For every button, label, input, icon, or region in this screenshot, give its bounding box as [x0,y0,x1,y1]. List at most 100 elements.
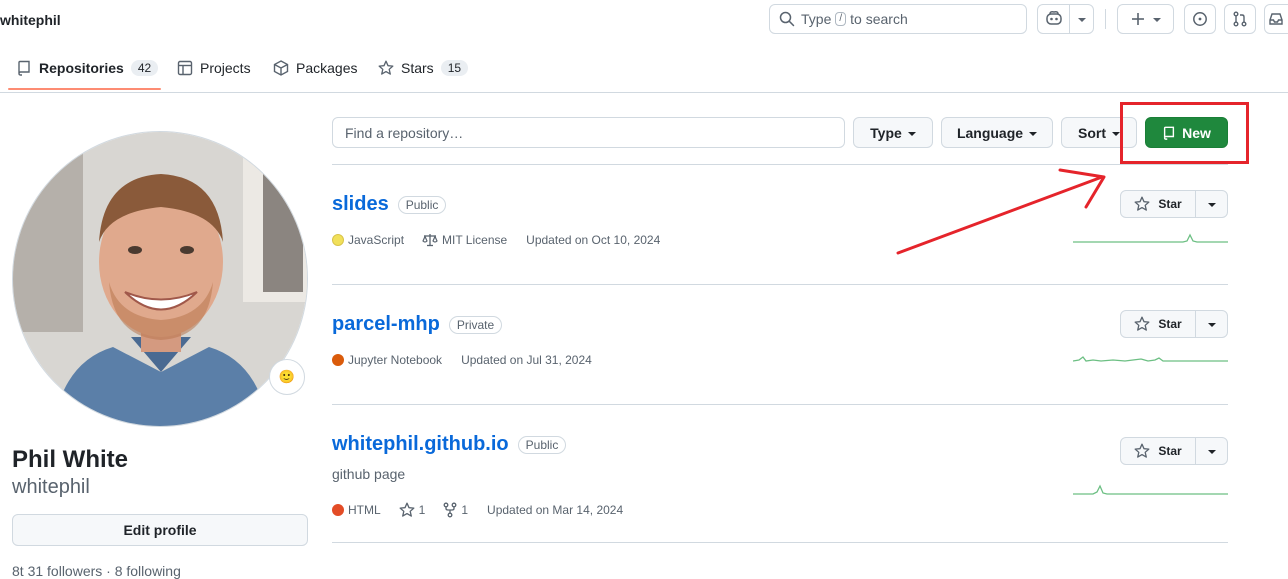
create-new-button[interactable] [1117,4,1174,34]
repo-updated: Updated on Jul 31, 2024 [461,353,592,367]
repo-language: JavaScript [348,233,405,247]
plus-icon [1131,12,1145,26]
pull-requests-button[interactable] [1224,4,1256,34]
type-filter-label: Type [870,124,902,141]
star-icon [399,502,415,518]
table-icon [177,60,193,76]
chevron-down-icon [1112,131,1120,136]
activity-sparkline [1073,484,1228,495]
copilot-button[interactable] [1037,4,1070,34]
visibility-badge: Public [397,195,447,214]
repo-description: github page [332,466,406,482]
chevron-down-icon [1152,18,1161,22]
star-button[interactable]: Star [1120,310,1196,338]
sort-filter-label: Sort [1078,124,1106,141]
star-list-dropdown[interactable] [1195,437,1228,465]
language-color-dot [332,234,344,246]
global-search[interactable]: Type / to search [769,4,1027,34]
search-prefix: Type [801,11,832,27]
profile-avatar[interactable] [12,131,308,427]
star-list-dropdown[interactable] [1195,310,1228,338]
repo-name-link[interactable]: slides [332,193,389,216]
language-filter-label: Language [956,124,1024,141]
star-button[interactable]: Star [1120,437,1196,465]
annotation-highlight-box [1120,102,1249,164]
edit-profile-button[interactable]: Edit profile [12,514,308,546]
header-divider [1105,9,1106,29]
visibility-badge: Public [517,435,567,454]
star-button[interactable]: Star [1120,190,1196,218]
star-button-label: Star [1158,444,1182,458]
package-icon [273,60,289,76]
tab-packages[interactable]: Packages [273,54,357,82]
chevron-down-icon [1207,323,1216,327]
inbox-icon [1268,11,1284,27]
repo-meta: Jupyter Notebook Updated on Jul 31, 2024 [332,353,592,367]
followers-line[interactable]: 8t 31 followers · 8 following [12,563,181,579]
tab-projects[interactable]: Projects [177,54,251,82]
issues-button[interactable] [1184,4,1216,34]
tab-label: Stars [401,60,434,76]
repo-updated: Updated on Mar 14, 2024 [487,503,624,517]
star-icon [1134,316,1150,332]
repo-stars-count[interactable]: 1 [419,503,426,517]
star-button-label: Star [1158,317,1182,331]
list-divider [332,164,1228,165]
language-color-dot [332,354,344,366]
chevron-down-icon [1029,131,1038,136]
repo-forks-count[interactable]: 1 [461,503,468,517]
list-item: whitephil.github.io Public [332,433,567,456]
list-divider [332,404,1228,405]
star-list-dropdown[interactable] [1195,190,1228,218]
repo-language: HTML [348,503,381,517]
git-pull-request-icon [1232,11,1248,27]
star-icon [378,60,394,76]
activity-sparkline [1073,356,1228,362]
header-username[interactable]: whitephil [0,12,61,28]
status-emoji-button[interactable]: 🙂 [269,359,305,395]
tab-label: Repositories [39,60,124,76]
tab-count: 42 [130,60,159,76]
chevron-down-icon [1077,18,1086,22]
tab-count: 15 [440,60,469,76]
list-divider [332,542,1228,543]
repo-language: Jupyter Notebook [348,353,443,367]
tab-label: Projects [200,60,251,76]
list-divider [332,284,1228,285]
list-item: slides Public [332,193,447,216]
repo-name-link[interactable]: parcel-mhp [332,313,440,336]
repo-name-link[interactable]: whitephil.github.io [332,433,509,456]
profile-login: whitephil [12,476,90,498]
search-shortcut-key: / [835,12,847,26]
visibility-badge: Private [448,315,503,334]
repo-updated: Updated on Oct 10, 2024 [526,233,661,247]
repo-meta: HTML 1 1 Updated on Mar 14, 2024 [332,502,623,518]
search-icon [779,11,795,27]
issue-opened-icon [1192,11,1208,27]
type-filter-button[interactable]: Type [853,117,933,148]
tab-label: Packages [296,60,358,76]
repo-meta: JavaScript MIT License Updated on Oct 10… [332,233,660,247]
profile-full-name: Phil White [12,446,128,473]
tab-repositories[interactable]: Repositories 42 [16,54,159,82]
active-tab-indicator [8,88,161,90]
find-repository-input[interactable] [332,117,845,148]
inbox-button[interactable] [1264,4,1288,34]
repo-license[interactable]: MIT License [442,233,507,247]
tab-stars[interactable]: Stars 15 [378,54,469,82]
law-icon [422,233,438,247]
star-icon [1134,443,1150,459]
repo-forked-icon [443,502,457,518]
copilot-icon [1045,10,1063,29]
activity-sparkline [1073,233,1228,243]
smiley-icon: 🙂 [278,369,296,384]
language-filter-button[interactable]: Language [941,117,1053,148]
search-suffix: to search [850,11,908,27]
star-icon [1134,196,1150,212]
star-button-label: Star [1158,197,1182,211]
chevron-down-icon [1207,203,1216,207]
chevron-down-icon [1207,450,1216,454]
copilot-dropdown-button[interactable] [1069,4,1094,34]
chevron-down-icon [907,131,916,136]
repo-icon [16,60,32,76]
